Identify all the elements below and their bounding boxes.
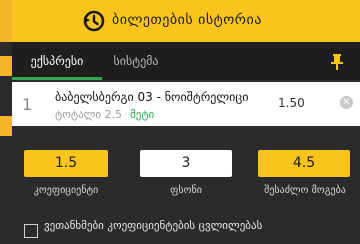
bet-odds: 1.50 xyxy=(278,96,305,110)
left-strip-highlight xyxy=(0,56,12,76)
left-edge-strip xyxy=(0,0,12,244)
bet-market-line: ტოტალი 2.5 მეტი xyxy=(55,108,154,121)
active-tab-indicator xyxy=(12,77,102,80)
tab-system[interactable]: სისტემა xyxy=(102,42,170,80)
coefficient-label: კოეფიციენტი xyxy=(33,185,99,196)
bet-market: ტოტალი 2.5 xyxy=(55,108,123,121)
bet-event-name: ბაბელსბერგი 03 - ნოიშტრელიცი xyxy=(55,90,249,104)
bet-index: 1 xyxy=(22,95,33,114)
tab-label: სისტემა xyxy=(113,54,159,68)
coefficient-box: 1.5 xyxy=(24,150,108,177)
tab-express[interactable]: ექსპრესი xyxy=(12,42,102,80)
possible-win-box: 4.5 xyxy=(258,150,350,177)
betslip-header[interactable]: ბილეთების ისტორია xyxy=(12,0,360,42)
accept-odds-change-label[interactable]: ვეთანხმები კოეფიციენტების ცვლილებას xyxy=(44,219,262,232)
bet-selection: მეტი xyxy=(130,108,155,121)
tab-label: ექსპრესი xyxy=(30,54,84,68)
history-icon xyxy=(83,10,105,32)
stake-input[interactable]: 3 xyxy=(140,150,232,177)
left-strip-highlight xyxy=(0,0,12,42)
bet-item: 1 ბაბელსბერგი 03 - ნოიშტრელიცი ტოტალი 2.… xyxy=(12,82,360,126)
pin-icon[interactable] xyxy=(330,54,344,70)
left-strip-highlight xyxy=(0,116,12,136)
possible-win-label: შესაძლო მოგება xyxy=(264,185,346,196)
accept-odds-change-checkbox[interactable] xyxy=(24,224,38,238)
header-title: ბილეთების ისტორია xyxy=(112,12,262,28)
stake-label: ფსონი xyxy=(170,185,202,196)
remove-bet-close-icon[interactable]: ✕ xyxy=(340,96,353,109)
betslip-panel: ბილეთების ისტორია ექსპრესი სისტემა 1 ბაბ… xyxy=(12,0,360,244)
bet-type-tabs: ექსპრესი სისტემა xyxy=(12,42,360,80)
